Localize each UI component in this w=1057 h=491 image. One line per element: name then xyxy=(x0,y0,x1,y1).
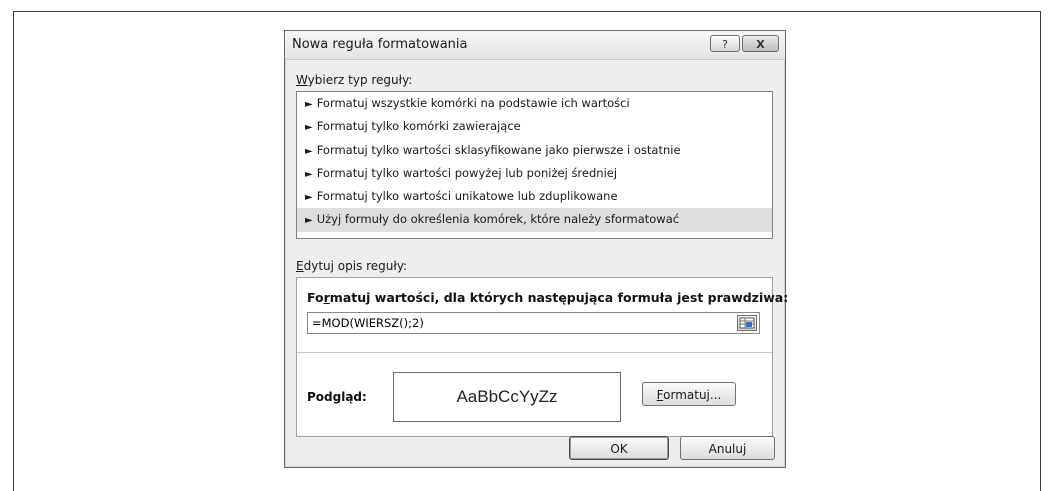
cancel-button[interactable]: Anuluj xyxy=(680,436,775,460)
range-picker-button[interactable] xyxy=(737,315,757,331)
rule-type-item-above-below-average[interactable]: ► Formatuj tylko wartości powyżej lub pon… xyxy=(297,162,772,185)
rule-type-item-top-bottom[interactable]: ► Formatuj tylko wartości sklasyfikowane … xyxy=(297,139,772,162)
formula-heading: Formatuj wartości, dla których następują… xyxy=(307,290,789,305)
triangle-right-icon: ► xyxy=(305,145,313,157)
rule-type-item-use-formula[interactable]: ► Użyj formuły do określenia komórek, któ… xyxy=(297,208,772,232)
preview-label: Podgląd: xyxy=(307,390,367,404)
formula-input[interactable] xyxy=(307,312,760,334)
dialog-title: Nowa reguła formatowania xyxy=(292,37,468,52)
triangle-right-icon: ► xyxy=(305,99,313,110)
rule-description-label: Edytuj opis reguły: xyxy=(296,259,408,273)
triangle-right-icon: ► xyxy=(305,122,313,134)
triangle-right-icon: ► xyxy=(305,215,313,227)
title-bar: Nowa reguła formatowania ? X xyxy=(285,31,785,60)
section-divider xyxy=(297,352,772,353)
rule-type-item-cells-containing[interactable]: ► Formatuj tylko komórki zawierające xyxy=(297,115,772,138)
rule-type-label: Wybierz typ reguły: xyxy=(296,73,413,87)
close-icon: X xyxy=(756,38,765,51)
triangle-right-icon: ► xyxy=(305,168,313,180)
help-icon: ? xyxy=(722,38,728,51)
close-button[interactable]: X xyxy=(742,35,779,52)
format-button[interactable]: Formatuj... xyxy=(642,382,736,406)
preview-box: AaBbCcYyZz xyxy=(393,372,621,422)
rule-type-item-all-cells[interactable]: ► Formatuj wszystkie komórki na podstawie… xyxy=(297,92,772,115)
rule-description-panel: Formatuj wartości, dla których następują… xyxy=(296,277,788,437)
rule-type-list[interactable]: ► Formatuj wszystkie komórki na podstawie… xyxy=(296,91,773,239)
ok-button[interactable]: OK xyxy=(569,436,669,460)
triangle-right-icon: ► xyxy=(305,192,313,204)
new-formatting-rule-dialog: Nowa reguła formatowania ? X Wybierz typ… xyxy=(284,30,788,468)
rule-type-item-unique-duplicate[interactable]: ► Formatuj tylko wartości unikatowe lub z… xyxy=(297,185,772,208)
range-picker-icon xyxy=(739,317,755,329)
help-button[interactable]: ? xyxy=(710,35,740,52)
